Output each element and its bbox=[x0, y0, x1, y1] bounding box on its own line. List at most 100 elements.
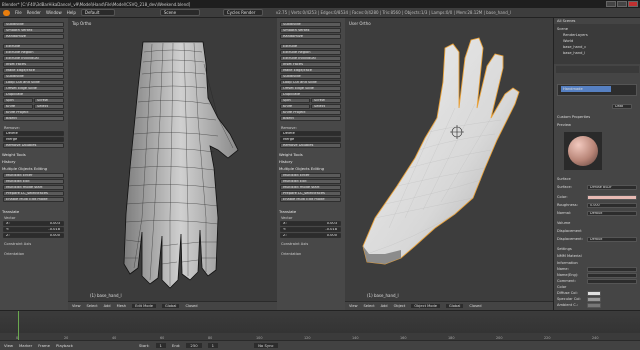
multiedit-button-1[interactable]: MultiEdit Exit bbox=[280, 179, 341, 184]
vp-left-orientation-dropdown[interactable]: Global bbox=[161, 304, 180, 308]
surface-section[interactable]: Surface bbox=[557, 176, 571, 182]
outliner-display-dropdown[interactable]: All Scenes bbox=[557, 19, 575, 23]
specular-col-swatch[interactable] bbox=[587, 297, 601, 302]
name-eng-field[interactable] bbox=[587, 273, 637, 278]
vp-left-menu-view[interactable]: View bbox=[72, 304, 81, 308]
menu-help[interactable]: Help bbox=[67, 10, 76, 15]
tool-inset-faces-button[interactable]: Inset Faces bbox=[3, 62, 64, 67]
tool-randomize-button[interactable]: Randomize bbox=[3, 34, 64, 39]
weight-tools-section[interactable]: Weight Tools bbox=[279, 152, 342, 158]
nmm-material-section[interactable]: NMM Material bbox=[557, 253, 582, 259]
tool-subdivide-button[interactable]: Subdivide bbox=[3, 74, 64, 79]
tool-select-button[interactable]: Select bbox=[311, 104, 341, 109]
multiedit-button-3[interactable]: Prepare LC_selectFaces bbox=[280, 191, 341, 196]
timeline-menu-frame[interactable]: Frame bbox=[38, 343, 50, 348]
normal-field[interactable]: Default bbox=[587, 211, 637, 216]
material-slot-handmade[interactable]: Handmade bbox=[561, 86, 611, 92]
weight-tools-section[interactable]: Weight Tools bbox=[2, 152, 65, 158]
vp-right-menu-add[interactable]: Add bbox=[381, 304, 388, 308]
vp-left-proportional-dropdown[interactable]: Closed bbox=[185, 304, 197, 308]
tool-subdivide-button[interactable]: Subdivide bbox=[280, 22, 341, 27]
menu-window[interactable]: Window bbox=[46, 10, 62, 15]
custom-properties-section[interactable]: Custom Properties bbox=[557, 114, 590, 120]
vp-right-mode-dropdown[interactable]: Object Mode bbox=[411, 304, 440, 308]
close-button[interactable] bbox=[628, 1, 638, 7]
tool-duplicate-button[interactable]: Duplicate bbox=[280, 92, 341, 97]
surface-shader-dropdown[interactable]: Diffuse BSDF bbox=[587, 185, 637, 190]
multiedit-button-0[interactable]: MultiEdit Enter bbox=[280, 173, 341, 178]
translate-operator-panel[interactable]: Translate bbox=[279, 209, 342, 215]
translate-z-field[interactable]: 0.000 Z: bbox=[3, 233, 64, 238]
merge-button[interactable]: Merge bbox=[280, 137, 341, 142]
roughness-field[interactable]: 0.000 bbox=[587, 203, 637, 208]
tool-knife-project-button[interactable]: Knife Project bbox=[3, 110, 64, 115]
name-field[interactable] bbox=[587, 267, 637, 272]
tool-select-button[interactable]: Select bbox=[34, 104, 64, 109]
layout-dropdown[interactable]: Default bbox=[80, 9, 115, 16]
ambient-col-swatch[interactable] bbox=[587, 303, 601, 308]
tool-knife-project-button[interactable]: Knife Project bbox=[280, 110, 341, 115]
merge-button[interactable]: Merge bbox=[3, 137, 64, 142]
volume-section[interactable]: Volume bbox=[557, 220, 570, 226]
tool-smooth-vertex-button[interactable]: Smooth Vertex bbox=[280, 28, 341, 33]
timeline-area[interactable]: 0 20 40 60 80 100 120 140 160 180 200 220 240 bbox=[0, 310, 640, 341]
menu-file[interactable]: File bbox=[15, 10, 22, 15]
tool-duplicate-button[interactable]: Duplicate bbox=[3, 92, 64, 97]
vp-right-orientation-dropdown[interactable]: Global bbox=[445, 304, 464, 308]
history-section[interactable]: History bbox=[279, 159, 342, 165]
start-frame-field[interactable]: 1 bbox=[155, 343, 166, 348]
diffuse-col-swatch[interactable] bbox=[587, 291, 601, 296]
tool-screw-button[interactable]: Screw bbox=[311, 98, 341, 103]
preview-section[interactable]: Preview bbox=[557, 122, 571, 128]
tool-extrude-button[interactable]: Extrude bbox=[280, 44, 341, 49]
multiedit-button-2[interactable]: MultiEdit mode start bbox=[280, 185, 341, 190]
tool-bisect-button[interactable]: Bisect bbox=[280, 116, 341, 121]
vp-right-menu-view[interactable]: View bbox=[349, 304, 358, 308]
tool-subdivide-button[interactable]: Subdivide bbox=[3, 22, 64, 27]
tool-extrude-region-button[interactable]: Extrude Region bbox=[280, 50, 341, 55]
outliner-item-base-hand-l[interactable]: base_hand_l bbox=[563, 50, 585, 56]
vp-right-proportional-dropdown[interactable]: Closed bbox=[469, 304, 481, 308]
tool-knife-button[interactable]: Knife bbox=[3, 104, 33, 109]
end-frame-field[interactable]: 250 bbox=[186, 343, 202, 348]
multi-edit-section[interactable]: Multiple Objects Editing bbox=[279, 166, 342, 172]
tool-extrude-button[interactable]: Extrude bbox=[3, 44, 64, 49]
multiedit-button-1[interactable]: MultiEdit Exit bbox=[3, 179, 64, 184]
tool-loop-cut-and-slide-button[interactable]: Loop Cut and Slide bbox=[280, 80, 341, 85]
translate-y-field[interactable]: -0.018 Y: bbox=[280, 227, 341, 232]
tool-screw-button[interactable]: Screw bbox=[34, 98, 64, 103]
multiedit-button-2[interactable]: MultiEdit mode start bbox=[3, 185, 64, 190]
tool-randomize-button[interactable]: Randomize bbox=[280, 34, 341, 39]
vp-right-menu-object[interactable]: Object bbox=[394, 304, 406, 308]
multiedit-button-4[interactable]: Enable Multi Edit mode bbox=[280, 197, 341, 202]
multiedit-button-0[interactable]: MultiEdit Enter bbox=[3, 173, 64, 178]
tool-extrude-individual-button[interactable]: Extrude Individual bbox=[3, 56, 64, 61]
displacement-field[interactable]: Default bbox=[587, 237, 637, 242]
material-data-button[interactable]: Data bbox=[612, 104, 632, 109]
tool-smooth-vertex-button[interactable]: Smooth Vertex bbox=[3, 28, 64, 33]
remove-doubles-button[interactable]: Remove Doubles bbox=[280, 143, 341, 148]
comment-field[interactable] bbox=[587, 279, 637, 284]
vp-left-menu-add[interactable]: Add bbox=[104, 304, 111, 308]
remove-doubles-button[interactable]: Remove Doubles bbox=[3, 143, 64, 148]
tool-knife-button[interactable]: Knife bbox=[280, 104, 310, 109]
maximize-button[interactable] bbox=[617, 1, 627, 7]
history-section[interactable]: History bbox=[2, 159, 65, 165]
multiedit-button-3[interactable]: Prepare LC_selectFaces bbox=[3, 191, 64, 196]
tool-make-edge-face-button[interactable]: Make Edge/Face bbox=[280, 68, 341, 73]
translate-z-field[interactable]: 0.000 Z: bbox=[280, 233, 341, 238]
delete-button[interactable]: Delete bbox=[280, 131, 341, 136]
viewport-top-ortho[interactable]: Top Ortho (1) base_hand_l View Select Ad… bbox=[68, 18, 277, 310]
menu-render[interactable]: Render bbox=[27, 10, 41, 15]
blender-logo-icon[interactable] bbox=[3, 9, 10, 16]
displacement-section[interactable]: Displacement bbox=[557, 228, 582, 234]
minimize-button[interactable] bbox=[606, 1, 616, 7]
tool-extrude-individual-button[interactable]: Extrude Individual bbox=[280, 56, 341, 61]
tool-offset-edge-slide-button[interactable]: Offset Edge Slide bbox=[280, 86, 341, 91]
tool-spin-button[interactable]: Spin bbox=[3, 98, 33, 103]
vp-left-mode-dropdown[interactable]: Edit Mode bbox=[132, 304, 156, 308]
translate-y-field[interactable]: -0.018 Y: bbox=[3, 227, 64, 232]
tool-loop-cut-and-slide-button[interactable]: Loop Cut and Slide bbox=[3, 80, 64, 85]
timeline-menu-playback[interactable]: Playback bbox=[56, 343, 73, 348]
multi-edit-section[interactable]: Multiple Objects Editing bbox=[2, 166, 65, 172]
